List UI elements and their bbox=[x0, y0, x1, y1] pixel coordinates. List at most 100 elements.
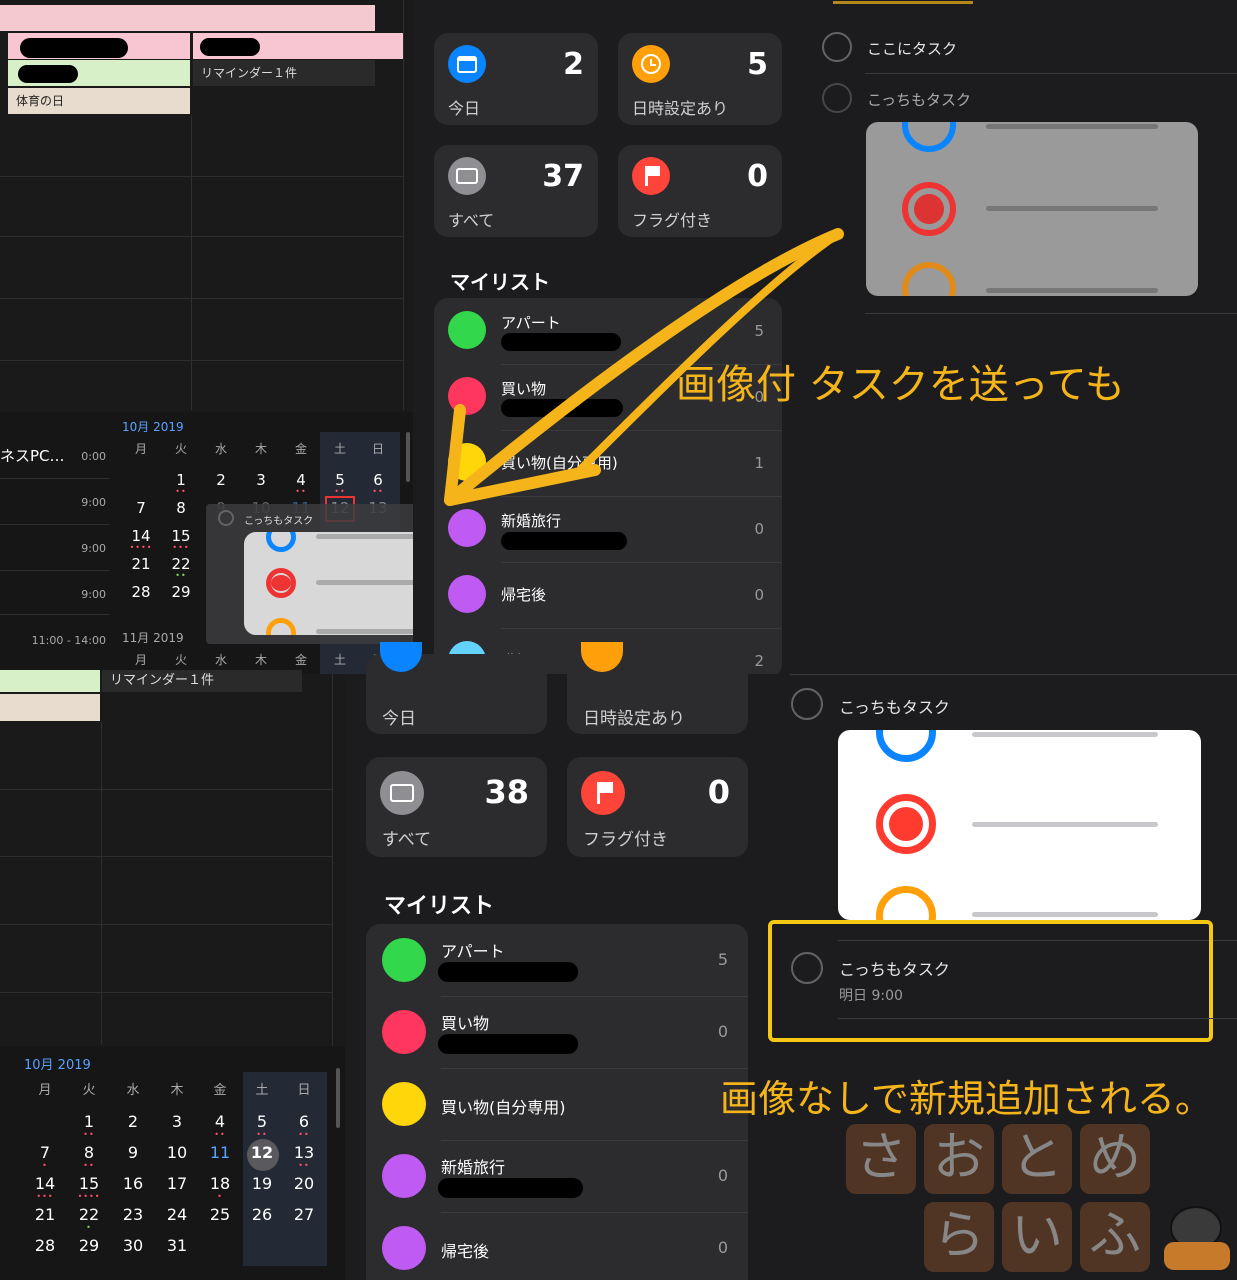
calendar-day[interactable]: 5 bbox=[242, 1112, 282, 1131]
calendar-day[interactable]: 25 bbox=[200, 1205, 240, 1224]
list-item-honeymoon[interactable]: 新婚旅行 0 bbox=[366, 1140, 748, 1212]
reminder-event[interactable]: リマインダー１件 bbox=[193, 60, 375, 86]
weekday-thu: 木 bbox=[254, 442, 267, 456]
calendar-day[interactable]: 7 bbox=[25, 1143, 65, 1162]
holiday-event[interactable] bbox=[0, 694, 100, 721]
tile-today[interactable]: 今日 bbox=[366, 642, 547, 734]
weekday-mon: 月 bbox=[134, 442, 147, 456]
list-item-shopping[interactable]: 買い物 0 bbox=[366, 996, 748, 1068]
tile-all-count: 37 bbox=[542, 159, 584, 194]
task-title[interactable]: ここにタスク bbox=[867, 38, 957, 59]
calendar-day[interactable]: 22 bbox=[69, 1205, 109, 1224]
calendar-day[interactable]: 2 bbox=[201, 471, 241, 489]
tile-flagged[interactable]: 0 フラグ付き bbox=[567, 757, 748, 857]
tile-today[interactable]: 2 今日 bbox=[434, 33, 598, 125]
redaction bbox=[438, 1178, 583, 1198]
calendar-day[interactable]: 29 bbox=[161, 583, 201, 601]
list-item-label: 新婚旅行 bbox=[441, 1158, 506, 1177]
tile-flagged-count: 0 bbox=[747, 159, 768, 194]
highlight-box bbox=[768, 920, 1213, 1042]
calendar-day[interactable]: 11 bbox=[200, 1143, 240, 1162]
list-item-after-home[interactable]: 帰宅後 0 bbox=[434, 562, 782, 628]
weekday-tue: 火 bbox=[174, 442, 187, 456]
calendar-day[interactable]: 21 bbox=[25, 1205, 65, 1224]
tile-scheduled[interactable]: 日時設定あり bbox=[567, 642, 748, 734]
calendar-day[interactable]: 6 bbox=[284, 1112, 324, 1131]
calendar-day[interactable]: 21 bbox=[121, 555, 161, 573]
calendar-day[interactable]: 29 bbox=[69, 1236, 109, 1255]
task-title[interactable]: こっちもタスク bbox=[839, 956, 950, 980]
task-title[interactable]: こっちもタスク bbox=[839, 694, 950, 718]
task-title[interactable]: こっちもタスク bbox=[867, 89, 971, 110]
logo-char: ら bbox=[924, 1202, 994, 1272]
calendar-day[interactable]: 8 bbox=[161, 499, 201, 517]
calendar-day[interactable]: 26 bbox=[242, 1205, 282, 1224]
calendar-day[interactable]: 18 bbox=[200, 1174, 240, 1193]
calendar-day[interactable]: 28 bbox=[121, 583, 161, 601]
calendar-day[interactable]: 24 bbox=[157, 1205, 197, 1224]
scrollbar[interactable] bbox=[406, 432, 410, 482]
my-lists-card: アパート 5 買い物 0 買い物(自分専用) 新婚旅行 0 帰宅後 0 bbox=[366, 924, 748, 1280]
task-checkbox[interactable] bbox=[791, 688, 823, 720]
calendar-day[interactable]: 13 bbox=[284, 1143, 324, 1162]
top-task-pane: ここにタスク こっちもタスク bbox=[803, 0, 1237, 674]
calendar-day[interactable]: 9 bbox=[113, 1143, 153, 1162]
reminder-event[interactable]: リマインダー１件 bbox=[102, 670, 302, 692]
calendar-day[interactable]: 7 bbox=[121, 499, 161, 517]
tile-all[interactable]: 38 すべて bbox=[366, 757, 547, 857]
calendar-day[interactable]: 14 bbox=[25, 1174, 65, 1193]
calendar-day[interactable]: 2 bbox=[113, 1112, 153, 1131]
calendar-day[interactable]: 10 bbox=[157, 1143, 197, 1162]
flag-icon bbox=[632, 157, 670, 195]
scrollbar[interactable] bbox=[336, 1068, 340, 1128]
task-checkbox[interactable] bbox=[822, 83, 852, 113]
calendar-day[interactable]: 31 bbox=[157, 1236, 197, 1255]
list-item-label: 帰宅後 bbox=[441, 1242, 490, 1261]
redaction bbox=[438, 962, 578, 982]
weekday-sat: 土 bbox=[255, 1083, 269, 1098]
flag-icon bbox=[581, 771, 625, 815]
calendar-day[interactable]: 15 bbox=[69, 1174, 109, 1193]
tile-today-count: 2 bbox=[563, 47, 584, 82]
all-day-event-bar[interactable] bbox=[0, 5, 375, 31]
bottom-calendar-panel: リマインダー１件 10月 2019 月 火 水 木 金 土 日 1 2 3 4 … bbox=[0, 670, 345, 1280]
top-calendar-panel: リマインダー１件 体育の日 ネスPC… 0:00 9:00 9:00 9:00 … bbox=[0, 0, 462, 674]
calendar-day[interactable]: 16 bbox=[113, 1174, 153, 1193]
logo-char: め bbox=[1080, 1124, 1150, 1194]
calendar-day[interactable]: 20 bbox=[284, 1174, 324, 1193]
calendar-day[interactable]: 4 bbox=[200, 1112, 240, 1131]
redaction bbox=[18, 65, 78, 83]
weekday-sat: 土 bbox=[333, 442, 346, 456]
calendar-day[interactable]: 3 bbox=[157, 1112, 197, 1131]
calendar-day[interactable]: 3 bbox=[241, 471, 281, 489]
calendar-day[interactable]: 1 bbox=[69, 1112, 109, 1131]
list-item-shopping-private[interactable]: 買い物(自分専用) bbox=[366, 1068, 748, 1140]
task-image-attachment[interactable] bbox=[838, 730, 1201, 920]
tile-scheduled[interactable]: 5 日時設定あり bbox=[618, 33, 782, 125]
clock-icon bbox=[632, 45, 670, 83]
redaction bbox=[200, 38, 260, 56]
calendar-day[interactable]: 12 bbox=[242, 1143, 282, 1162]
calendar-day[interactable]: 28 bbox=[25, 1236, 65, 1255]
list-item-apart[interactable]: アパート 5 bbox=[366, 924, 748, 996]
task-checkbox[interactable] bbox=[791, 952, 823, 984]
tile-scheduled-count: 5 bbox=[747, 47, 768, 82]
weekday-mon: 月 bbox=[38, 1083, 52, 1098]
task-image-attachment[interactable] bbox=[866, 122, 1198, 296]
task-checkbox[interactable] bbox=[822, 32, 852, 62]
calendar-day[interactable]: 27 bbox=[284, 1205, 324, 1224]
calendar-day[interactable]: 23 bbox=[113, 1205, 153, 1224]
list-item-after-home[interactable]: 帰宅後 0 bbox=[366, 1212, 748, 1280]
calendar-day[interactable]: 30 bbox=[113, 1236, 153, 1255]
calendar-day[interactable]: 17 bbox=[157, 1174, 197, 1193]
list-item-count: 0 bbox=[717, 1238, 728, 1257]
month-label-october: 10月 2019 bbox=[122, 420, 184, 434]
annotation-top: 画像付 タスクを送っても bbox=[676, 362, 1125, 408]
calendar-day[interactable]: 19 bbox=[242, 1174, 282, 1193]
mascot-icon bbox=[1164, 1202, 1230, 1272]
holiday-event[interactable]: 体育の日 bbox=[8, 88, 190, 114]
calendar-day[interactable]: 8 bbox=[69, 1143, 109, 1162]
time-label: 11:00 - 14:00 bbox=[31, 634, 106, 647]
tile-scheduled-label: 日時設定あり bbox=[583, 709, 685, 729]
all-day-event-green[interactable] bbox=[0, 670, 100, 692]
